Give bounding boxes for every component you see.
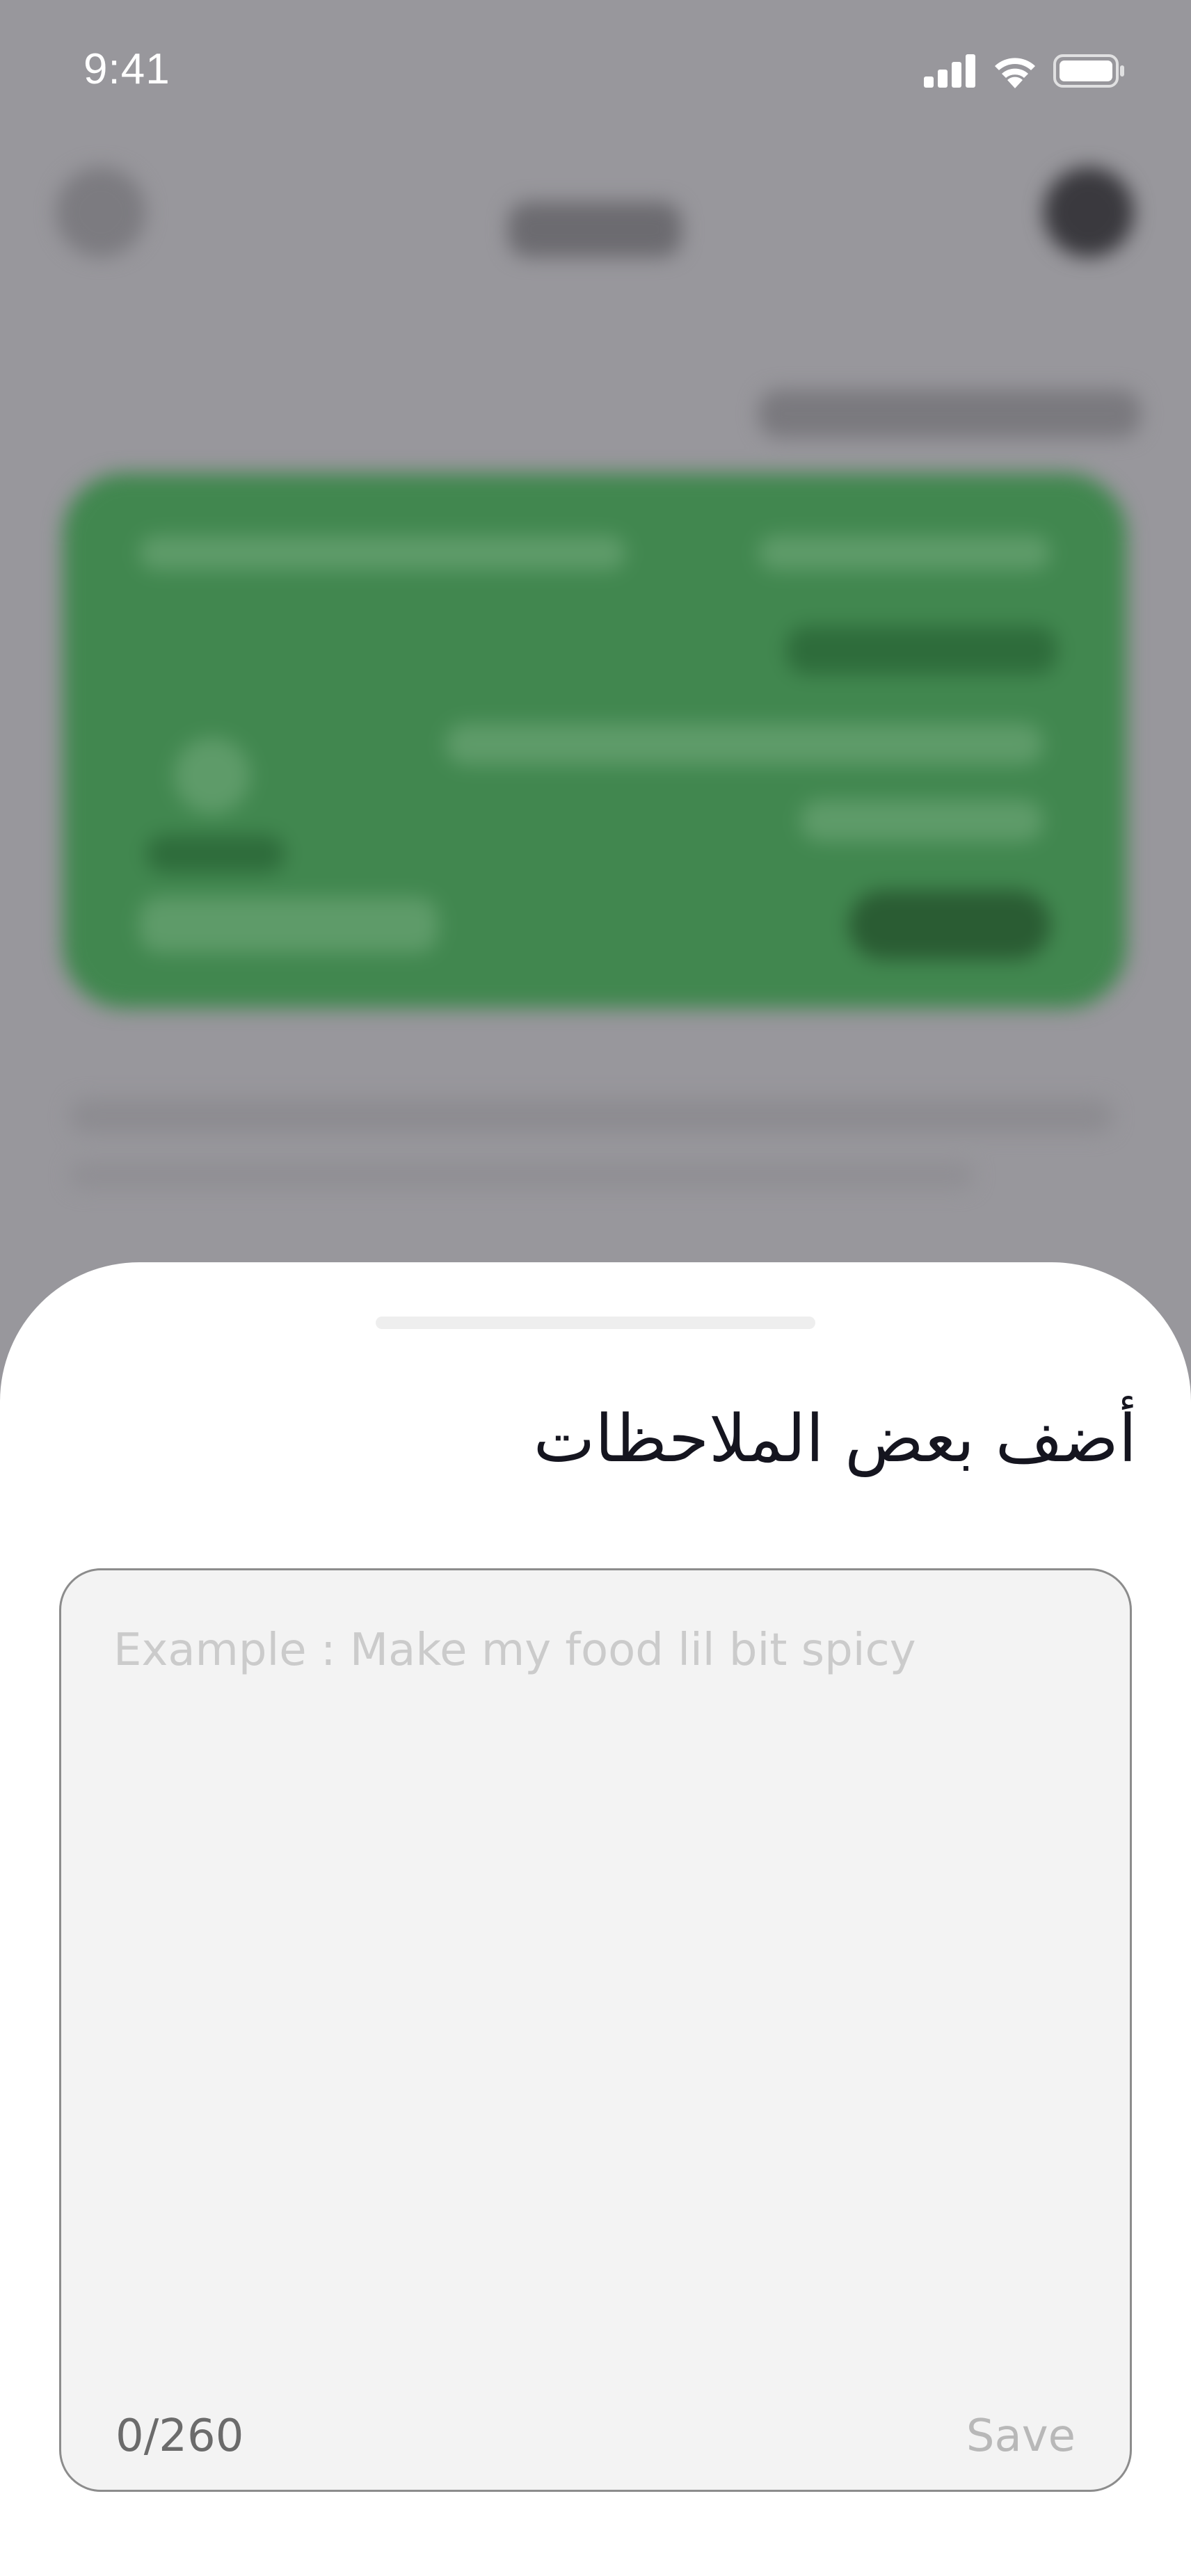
blurred-card-line <box>139 536 626 570</box>
blurred-card-stepper <box>139 897 438 953</box>
notes-input[interactable] <box>113 1625 1073 2320</box>
blurred-card-icon <box>174 737 250 814</box>
cellular-signal-icon <box>924 54 975 88</box>
add-notes-sheet: أضف بعض الملاحظات 0/260 Save <box>0 1262 1191 2576</box>
blurred-card-price <box>786 626 1057 675</box>
status-time: 9:41 <box>83 45 170 93</box>
character-counter: 0/260 <box>115 2410 244 2462</box>
wifi-icon <box>995 58 1035 88</box>
blurred-header-avatar <box>1044 167 1134 257</box>
blurred-section-label <box>758 389 1141 438</box>
blurred-text-line <box>70 1099 1113 1134</box>
status-icons <box>924 50 1126 92</box>
blurred-content <box>0 0 1191 1321</box>
blurred-card-line <box>758 536 1050 570</box>
sheet-grabber[interactable] <box>376 1317 815 1329</box>
blurred-card-line <box>445 723 1044 765</box>
notes-field: 0/260 Save <box>59 1568 1132 2492</box>
save-button[interactable]: Save <box>966 2410 1076 2462</box>
blurred-header-title <box>508 202 682 257</box>
blurred-card-line <box>146 835 285 873</box>
sheet-title: أضف بعض الملاحظات <box>533 1401 1137 1477</box>
blurred-back-button <box>56 167 146 257</box>
blurred-card-button <box>849 890 1050 960</box>
blurred-card-line <box>800 800 1044 842</box>
blurred-text-line <box>70 1161 974 1189</box>
battery-icon <box>1053 54 1124 88</box>
